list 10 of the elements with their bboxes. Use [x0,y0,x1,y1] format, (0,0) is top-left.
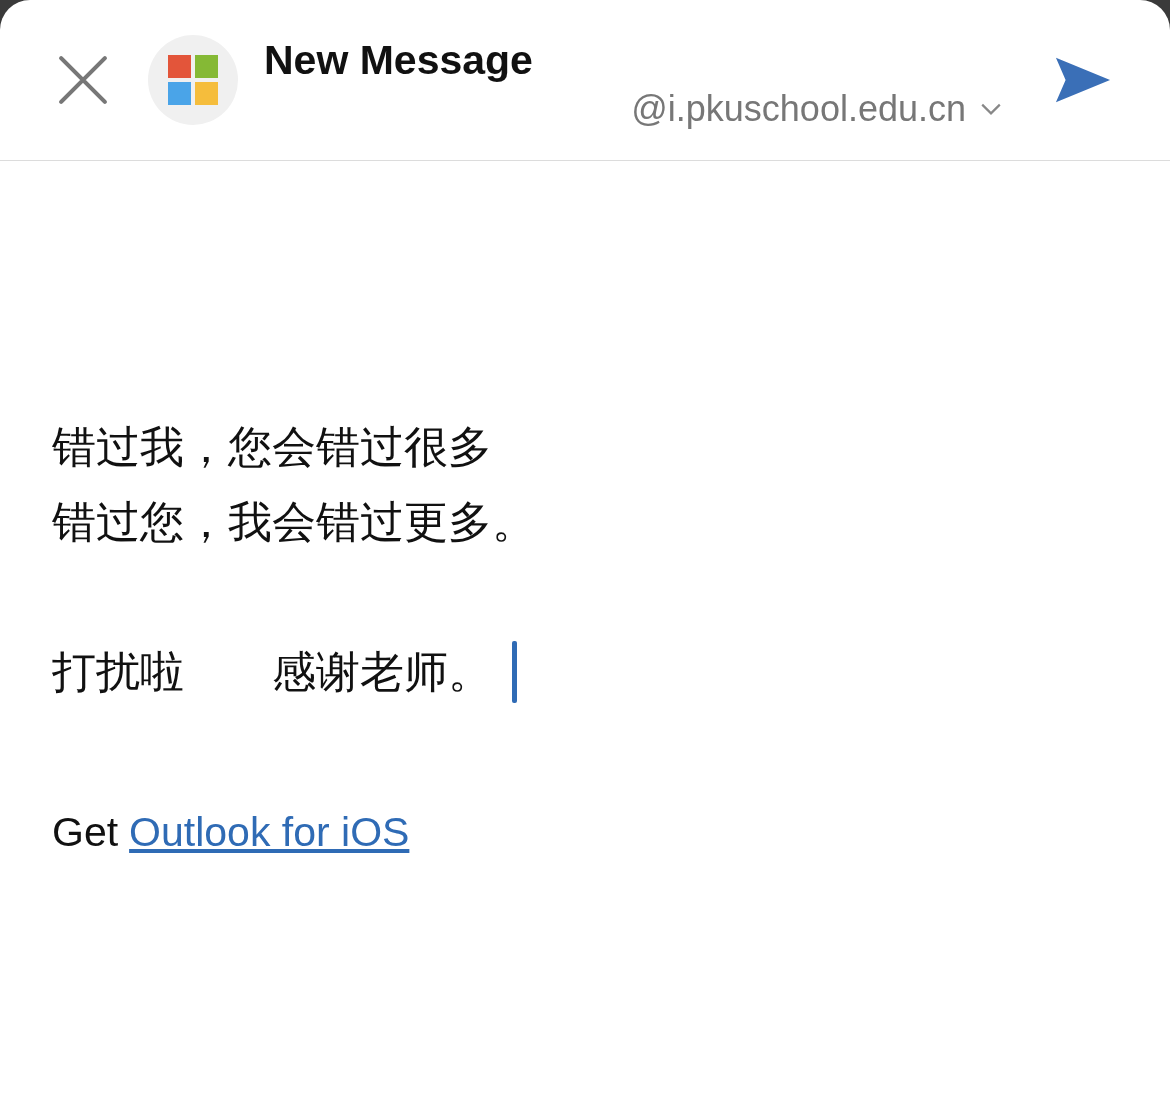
outlook-link[interactable]: Outlook for iOS [129,809,410,856]
signature-text: Get [52,809,119,856]
body-text: 错过我，您会错过很多 [52,420,492,474]
chevron-down-icon [980,101,1002,116]
body-text: 打扰啦 感谢老师。 [52,645,492,699]
close-button[interactable] [58,55,108,105]
account-selector[interactable]: @i.pkuschool.edu.cn [631,87,1002,130]
window-title: New Message [264,36,534,84]
body-text: 错过您，我会错过更多。 [52,495,536,549]
four-squares-icon [168,55,218,105]
